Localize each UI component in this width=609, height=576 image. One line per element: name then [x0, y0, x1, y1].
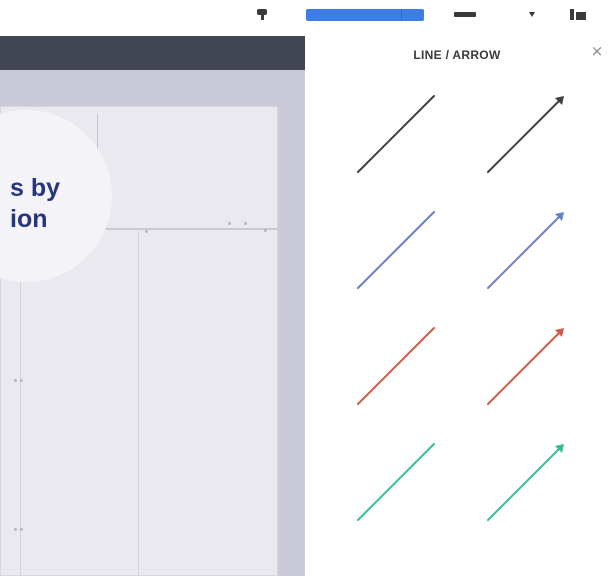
line-shape-option[interactable]: [352, 206, 440, 294]
shape-grid: [305, 36, 609, 576]
rivet: [20, 528, 23, 531]
primary-action-button[interactable]: [306, 9, 424, 21]
arrow-shape-option[interactable]: [482, 90, 570, 178]
rivet: [14, 528, 17, 531]
rivet: [145, 230, 148, 233]
chevron-down-icon[interactable]: [527, 6, 537, 20]
headline-text[interactable]: s by ion: [10, 173, 60, 235]
rivet: [244, 222, 247, 225]
stats-icon[interactable]: [570, 6, 590, 20]
rivet: [228, 222, 231, 225]
headline-line-1: s by: [10, 174, 61, 202]
rivet: [264, 229, 267, 232]
editor-header-bar: [0, 36, 305, 70]
line-shape-option[interactable]: [352, 438, 440, 526]
dropdown-separator: [401, 9, 402, 21]
editor-canvas-area[interactable]: s by ion: [0, 36, 305, 576]
comment-icon[interactable]: [256, 6, 270, 20]
top-toolbar: [0, 0, 609, 36]
line-shape-option[interactable]: [352, 322, 440, 410]
arrow-shape-option[interactable]: [482, 438, 570, 526]
panel-seam: [138, 229, 139, 576]
rivet: [14, 379, 17, 382]
arrow-shape-option[interactable]: [482, 206, 570, 294]
line-arrow-panel: LINE / ARROW ×: [305, 36, 609, 576]
layers-icon[interactable]: [454, 6, 478, 20]
arrow-shape-option[interactable]: [482, 322, 570, 410]
shape-grid-svg: [352, 90, 570, 526]
headline-line-2: ion: [10, 205, 48, 233]
rivet: [20, 379, 23, 382]
line-shape-option[interactable]: [352, 90, 440, 178]
